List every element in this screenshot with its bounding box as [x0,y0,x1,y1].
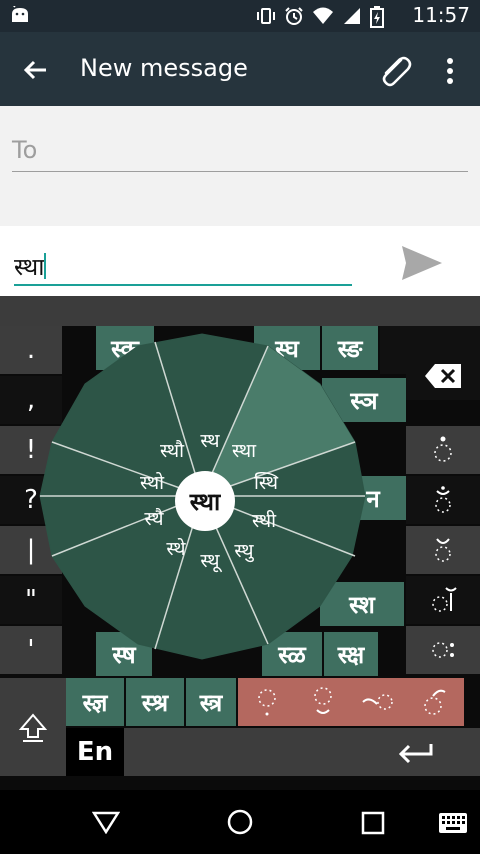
app-bar: New message [0,32,480,106]
key-stra[interactable]: स्त्र [186,678,236,726]
text-cursor [44,253,47,279]
vowel-ii-icon[interactable] [415,682,455,722]
page-title: New message [80,54,248,82]
key-visarga[interactable] [406,626,480,674]
candra-icon [435,538,451,562]
enter-key[interactable] [350,728,480,776]
recents-square-icon[interactable] [360,810,386,836]
key-label: स्थू [200,550,220,572]
radial-center-key[interactable]: स्था [175,471,235,531]
language-key[interactable]: En [66,728,124,776]
key-label: En [76,737,114,767]
radial-option-sthe[interactable]: स्थे [154,534,198,562]
signal-icon [344,8,360,24]
key-candra[interactable] [406,526,480,574]
message-field[interactable]: स्था [14,244,352,286]
key-label: स्थ [200,430,220,452]
radial-option-sthaa[interactable]: स्था [222,436,266,464]
key-label: स्ज्ञ [82,688,108,717]
key-label: स्थी [251,510,277,532]
backspace-icon [425,364,461,388]
key-label: स्था [189,487,221,516]
message-text: स्था [14,253,45,281]
attach-icon[interactable] [374,50,414,90]
vowel-o-icon[interactable] [359,682,399,722]
back-triangle-icon[interactable] [92,810,120,834]
radial-option-sthau[interactable]: स्थौ [150,436,194,464]
message-row: स्था [0,226,480,296]
key-label: स्त्र [199,688,223,717]
shift-key[interactable] [0,678,66,776]
shift-icon [18,713,48,742]
key-label: स्श्र [141,688,169,717]
key-label: स्थु [234,540,254,562]
backspace-button[interactable] [406,352,480,400]
keyboard-strip [0,296,480,326]
vowel-sign-ii-icon [434,436,452,462]
key-label: स्थै [144,508,164,530]
key-sjnya[interactable]: स्ज्ञ [66,678,124,726]
key-virama[interactable] [406,576,480,624]
to-field[interactable]: To [12,132,468,172]
key-candrabindu[interactable] [406,476,480,524]
send-icon[interactable] [400,244,444,282]
vibrate-icon [257,8,275,24]
virama-icon [432,587,457,612]
battery-icon [370,6,384,28]
back-arrow-icon[interactable] [20,54,52,86]
key-label: स्थो [139,472,165,494]
more-vert-icon[interactable] [436,54,464,88]
status-bar: 11:57 [0,0,480,32]
nav-bar [0,790,480,854]
key-vowel-sign-ii[interactable] [406,426,480,474]
android-icon [12,6,28,22]
radial-option-stho[interactable]: स्थो [130,468,174,496]
key-sshra[interactable]: स्श्र [126,678,184,726]
candra-below-icon[interactable] [303,682,343,722]
visarga-icon [432,642,454,658]
space-key[interactable] [124,728,350,776]
key-label: स्थि [253,472,279,494]
radial-option-sthi[interactable]: स्थि [244,468,288,496]
radial-option-sthii[interactable]: स्थी [242,506,286,534]
home-circle-icon[interactable] [226,808,254,836]
nukta-dots-icon[interactable] [247,682,287,722]
key-label: स्थौ [159,440,185,462]
radial-option-sthai[interactable]: स्थै [132,504,176,532]
status-time: 11:57 [412,3,470,27]
compose-area: To स्था [0,106,480,296]
key-label: स्था [231,440,257,462]
alarm-icon [285,7,303,25]
key-label: स्थे [166,538,186,560]
enter-icon [398,744,433,764]
keyboard: . , ! ? | " ' स्क स्घ स्ङ स्ञ न स्श स्ष … [0,296,480,790]
wifi-icon [313,7,333,24]
vowel-sign-strip [238,678,464,726]
keyboard-icon[interactable] [438,812,468,834]
candrabindu-icon [435,486,451,513]
